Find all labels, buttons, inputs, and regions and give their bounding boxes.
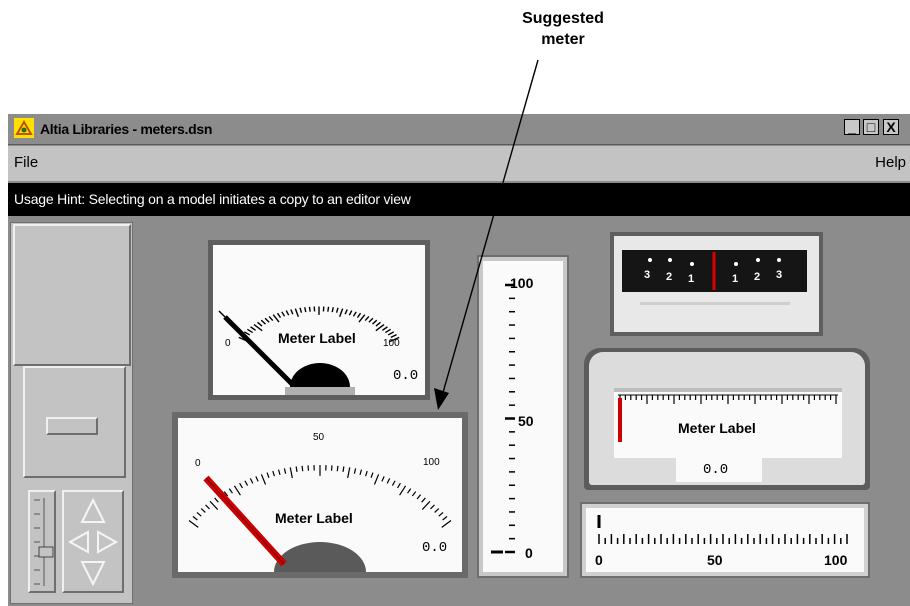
palette-empty-slot[interactable] bbox=[13, 224, 131, 366]
center-zero-tick-5: 2 bbox=[754, 271, 761, 283]
close-button[interactable]: X bbox=[883, 119, 899, 135]
dial-small-max-label: 100 bbox=[383, 338, 400, 349]
center-zero-tick-1: 3 bbox=[644, 269, 651, 281]
window-title: Altia Libraries - meters.dsn bbox=[40, 121, 213, 137]
palette-slider[interactable] bbox=[28, 490, 56, 593]
dial-small-min-label: 0 bbox=[225, 338, 231, 349]
altia-app-icon bbox=[14, 118, 34, 138]
edge-meter-value: 0.0 bbox=[703, 462, 729, 478]
menu-bar bbox=[8, 146, 910, 181]
dial-suggested-min-label: 0 bbox=[195, 458, 201, 469]
arrow-down-icon[interactable] bbox=[80, 561, 106, 587]
dial-suggested-max-label: 100 bbox=[423, 457, 440, 468]
palette-direction-pad[interactable] bbox=[62, 490, 124, 593]
horizontal-scale-mid-label: 50 bbox=[707, 552, 723, 568]
dial-small-label: Meter Label bbox=[278, 330, 356, 346]
callout-annotation: Suggested meter bbox=[478, 8, 648, 50]
center-zero-tick-3: 1 bbox=[688, 273, 695, 285]
center-zero-tick-6: 3 bbox=[776, 269, 783, 281]
horizontal-scale-graphic bbox=[597, 515, 848, 544]
center-zero-highlight bbox=[640, 302, 790, 305]
edge-meter-label: Meter Label bbox=[678, 420, 756, 436]
dial-suggested-mid-label: 50 bbox=[313, 432, 325, 443]
arrow-left-icon[interactable] bbox=[67, 530, 89, 554]
usage-hint-text: Usage Hint: Selecting on a model initiat… bbox=[14, 191, 411, 207]
vertical-scale-top-label: 100 bbox=[510, 275, 534, 291]
vertical-scale-mid-label: 50 bbox=[518, 413, 534, 429]
arrow-right-icon[interactable] bbox=[97, 530, 119, 554]
center-zero-tick-2: 2 bbox=[666, 271, 673, 283]
dial-small-value: 0.0 bbox=[393, 368, 419, 384]
dial-suggested-value: 0.0 bbox=[422, 540, 448, 556]
arrow-up-icon[interactable] bbox=[80, 497, 106, 523]
menu-file[interactable]: File bbox=[14, 154, 38, 171]
callout-line-1: Suggested bbox=[522, 10, 604, 27]
vertical-scale-bottom-label: 0 bbox=[525, 545, 533, 561]
menu-help[interactable]: Help bbox=[875, 154, 906, 171]
dial-suggested-label: Meter Label bbox=[275, 510, 353, 526]
horizontal-scale-min-label: 0 bbox=[595, 552, 603, 568]
minimize-button[interactable]: _ bbox=[844, 119, 860, 135]
horizontal-scale-max-label: 100 bbox=[824, 552, 848, 568]
palette-push-button[interactable] bbox=[46, 417, 98, 435]
callout-line-2: meter bbox=[541, 31, 585, 48]
center-zero-tick-4: 1 bbox=[732, 273, 739, 285]
maximize-button[interactable]: □ bbox=[863, 119, 879, 135]
